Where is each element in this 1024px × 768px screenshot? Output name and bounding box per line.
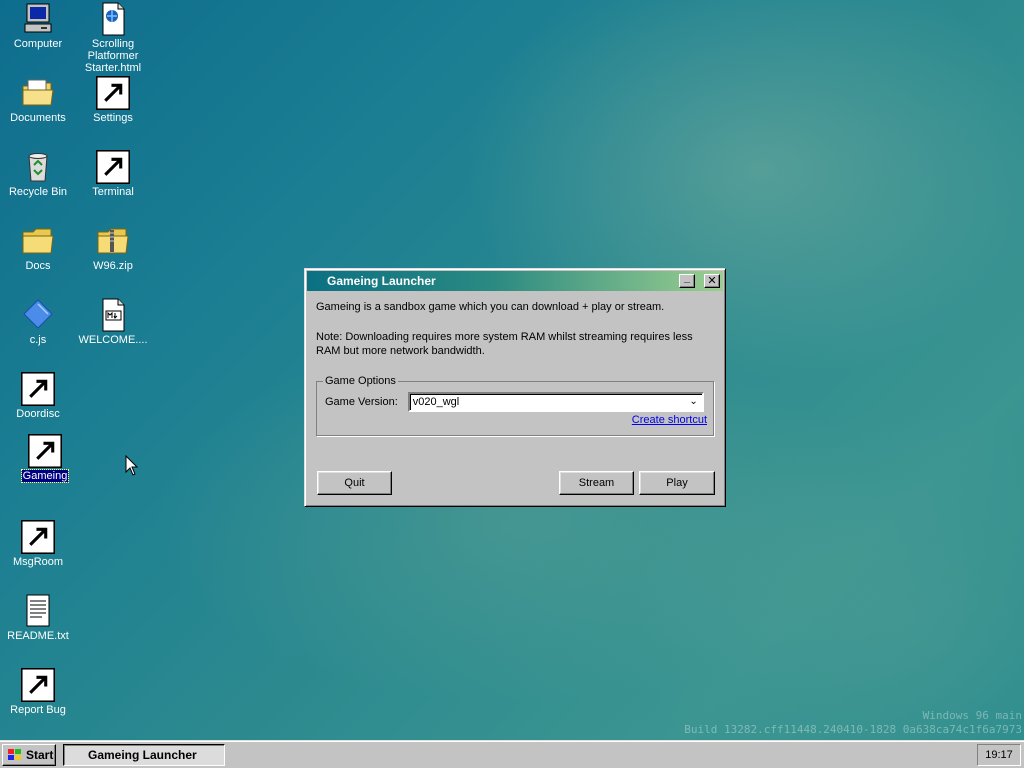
stream-label: Stream [578,477,615,489]
desktop-icon-documents[interactable]: Documents [0,76,76,124]
icon-label: Computer [13,38,63,50]
icon-label: WELCOME.... [78,334,148,346]
taskbar-item-gameing-launcher[interactable]: Gameing Launcher [63,744,225,766]
play-button[interactable]: Play [639,471,715,495]
computer-icon [21,2,55,36]
desktop-icon-w96-zip[interactable]: W96.zip [75,224,151,272]
minimize-icon: _ [683,272,691,284]
start-label: Start [26,748,54,762]
icon-label: README.txt [7,630,69,642]
game-options-group: Game Options Game Version: v020_wgl ⌄ Cr… [316,374,714,436]
doordisc-icon [21,372,55,406]
icon-label: Report Bug [10,704,66,716]
desktop-icon-report-bug[interactable]: Report Bug [0,668,76,716]
terminal-icon [96,150,130,184]
icon-label: Recycle Bin [8,186,68,198]
taskbar-item-label: Gameing Launcher [88,748,197,762]
gameing-cube-icon [28,434,62,468]
mouse-cursor-icon [125,455,139,476]
desktop-icon-c-js[interactable]: c.js [0,298,76,346]
start-button[interactable]: Start [2,744,56,766]
window-titlebar[interactable]: Gameing Launcher _ ✕ [307,271,723,291]
icon-label: c.js [29,334,47,346]
description-text: Gameing is a sandbox game which you can … [316,301,665,313]
icon-label: Docs [25,260,51,272]
note-text: Note: Downloading requires more system R… [316,331,693,357]
quit-label: Quit [344,477,365,489]
game-version-value: v020_wgl [412,396,460,408]
chevron-down-icon: ⌄ [689,396,698,407]
desktop-icon-recycle-bin[interactable]: Recycle Bin [0,150,76,198]
icon-label: MsgRoom [12,556,64,568]
desktop-icon-welcome[interactable]: WELCOME.... [75,298,151,346]
icon-label: Scrolling Platformer Starter.html [84,38,142,74]
quit-button[interactable]: Quit [317,471,392,495]
markdown-file-icon [96,298,130,332]
close-button[interactable]: ✕ [704,274,720,288]
gameing-launcher-window[interactable]: Gameing Launcher _ ✕ Gameing is a sandbo… [304,268,726,507]
icon-label: Documents [10,112,66,124]
zip-folder-icon [96,224,130,258]
game-version-label: Game Version: [325,396,398,408]
desktop[interactable]: Computer Scrolling Platformer Starter.ht… [0,0,1024,740]
minimize-button[interactable]: _ [679,272,695,288]
desktop-icon-gameing[interactable]: Gameing [7,434,83,483]
documents-folder-icon [21,76,55,110]
msgroom-icon [21,520,55,554]
desktop-icon-docs[interactable]: Docs [0,224,76,272]
desktop-icon-msgroom[interactable]: MsgRoom [0,520,76,568]
desktop-icon-doordisc[interactable]: Doordisc [0,372,76,420]
js-file-icon [21,298,55,332]
play-label: Play [666,477,688,489]
window-title: Gameing Launcher [327,274,436,288]
game-options-legend: Game Options [325,375,396,387]
watermark-line-1: Windows 96 main [922,709,1022,722]
desktop-icon-readme[interactable]: README.txt [0,594,76,642]
taskbar: Start Gameing Launcher 19:17 [0,740,1024,768]
create-shortcut-link[interactable]: Create shortcut [632,413,707,427]
game-version-select[interactable]: v020_wgl ⌄ [407,392,704,412]
icon-label: W96.zip [93,260,133,272]
icon-label: Settings [93,112,133,124]
build-watermark: Windows 96 main Build 13282.cff11448.2404… [684,709,1022,737]
folder-icon [21,224,55,258]
close-icon: ✕ [707,274,717,287]
settings-icon [96,76,130,110]
start-logo-icon [8,749,21,760]
text-file-icon [21,594,55,628]
icon-label: Doordisc [16,408,60,420]
html-file-icon [96,2,130,36]
window-content: Gameing is a sandbox game which you can … [307,291,723,436]
desktop-icon-computer[interactable]: Computer [0,2,76,50]
icon-label: Terminal [92,186,134,198]
watermark-line-2: Build 13282.cff11448.240410-1828 0a638ca… [684,723,1022,736]
report-bug-icon [21,668,55,702]
desktop-icon-scrolling-platformer[interactable]: Scrolling Platformer Starter.html [75,2,151,74]
system-tray-clock[interactable]: 19:17 [977,744,1021,766]
clock-text: 19:17 [985,749,1013,761]
desktop-icon-settings[interactable]: Settings [75,76,151,124]
recycle-bin-icon [21,150,55,184]
game-version-row: Game Version: v020_wgl ⌄ [325,392,705,412]
desktop-icon-terminal[interactable]: Terminal [75,150,151,198]
icon-label: Gameing [20,469,70,483]
stream-button[interactable]: Stream [559,471,634,495]
